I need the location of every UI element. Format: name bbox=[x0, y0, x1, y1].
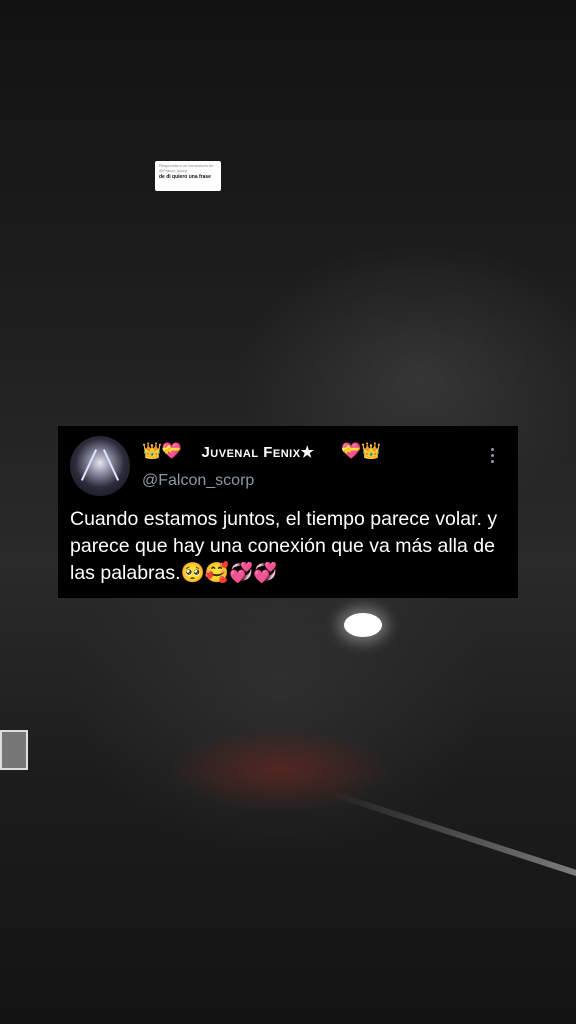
lightning-icon bbox=[102, 449, 120, 481]
name-badges-right: ⁹⁹⁹💝👑 bbox=[320, 443, 381, 460]
reply-sticker-subtitle: Respuesta a un comentario de @Falcon_sco… bbox=[159, 163, 214, 173]
lightning-icon bbox=[80, 449, 98, 481]
more-vertical-icon[interactable] bbox=[484, 444, 500, 466]
avatar[interactable] bbox=[70, 436, 130, 496]
display-name: Juvenal Fenix★ bbox=[201, 444, 315, 461]
name-row[interactable]: 👑💝ᓄ Juvenal Fenix★ ⁹⁹⁹💝👑 bbox=[142, 441, 381, 463]
tweet-card: 👑💝ᓄ Juvenal Fenix★ ⁹⁹⁹💝👑 @Falcon_scorp C… bbox=[58, 426, 518, 598]
side-thumbnail[interactable] bbox=[0, 730, 28, 770]
reply-sticker[interactable]: Respuesta a un comentario de @Falcon_sco… bbox=[155, 161, 221, 191]
user-handle[interactable]: @Falcon_scorp bbox=[142, 472, 254, 490]
name-badges-left: 👑💝ᓄ bbox=[142, 443, 196, 460]
reply-sticker-text: de di quiero una frase bbox=[159, 173, 211, 180]
car-light bbox=[344, 613, 382, 637]
tweet-text: Cuando estamos juntos, el tiempo parece … bbox=[70, 508, 498, 584]
